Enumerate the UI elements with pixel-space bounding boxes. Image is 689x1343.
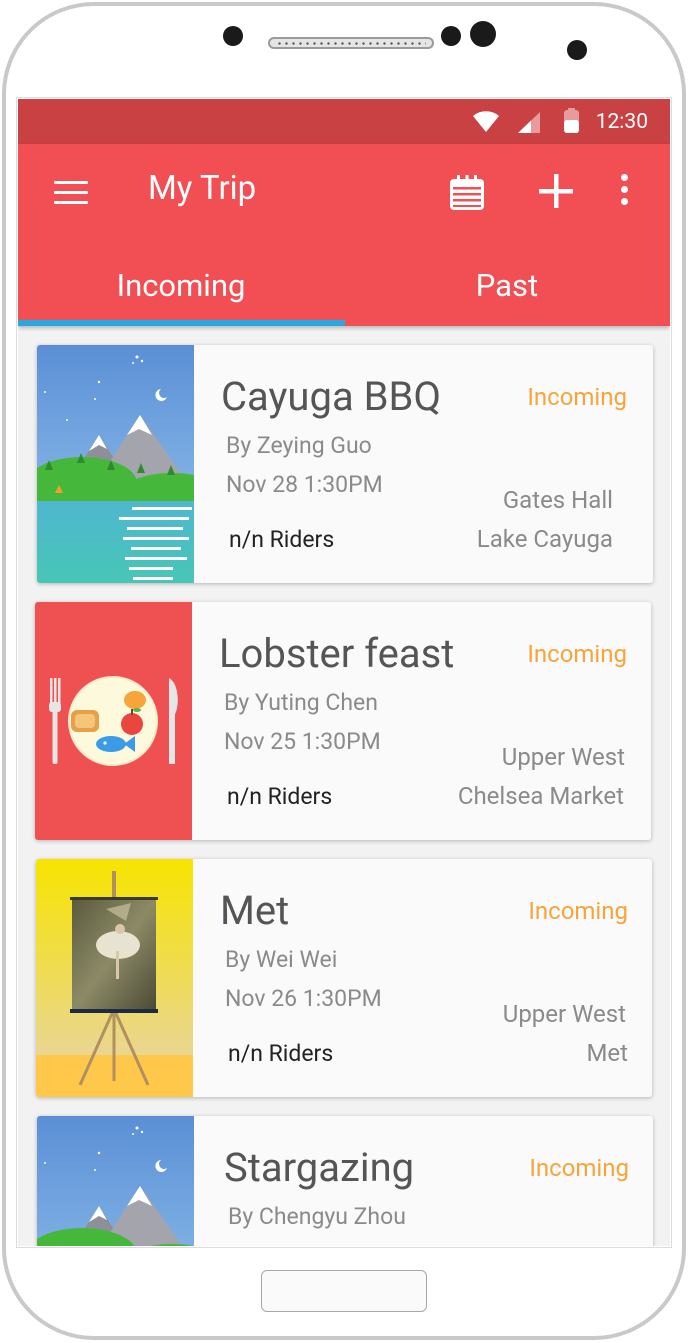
trip-origin: Upper West: [502, 1000, 626, 1028]
trip-riders: n/n Riders: [228, 1040, 334, 1067]
trip-riders: n/n Riders: [229, 526, 335, 553]
app-bar: My Trip Incoming Past: [18, 144, 670, 326]
trip-status-badge: Incoming: [528, 897, 628, 925]
trip-date: Nov 26 1:30PM: [225, 985, 382, 1012]
hamburger-menu-icon[interactable]: [54, 181, 88, 207]
trip-destination: Met: [586, 1039, 628, 1067]
trip-title: Lobster feast: [219, 630, 455, 677]
trip-title: Stargazing: [224, 1144, 415, 1191]
trip-date: Nov 25 1:30PM: [224, 728, 381, 755]
app-title: My Trip: [148, 169, 257, 208]
trip-title: Cayuga BBQ: [221, 373, 441, 420]
earpiece-speaker: [268, 37, 434, 49]
mountain-lake-image: [37, 345, 194, 583]
wifi-icon: [473, 111, 499, 132]
calendar-icon[interactable]: [449, 175, 485, 211]
trip-card-lobster-feast[interactable]: Lobster feast Incoming By Yuting Chen No…: [35, 602, 651, 840]
tab-incoming[interactable]: Incoming: [18, 244, 344, 326]
front-camera: [223, 26, 243, 46]
trip-origin: Upper West: [501, 743, 625, 771]
trip-status-badge: Incoming: [527, 383, 627, 411]
trip-author: By Wei Wei: [225, 946, 338, 973]
trip-author: By Zeying Guo: [226, 432, 372, 459]
trip-card-met[interactable]: Met Incoming By Wei Wei Nov 26 1:30PM n/…: [36, 859, 652, 1097]
trip-author: By Chengyu Zhou: [228, 1203, 406, 1230]
more-options-icon[interactable]: [618, 174, 630, 210]
food-plate-image: [35, 602, 192, 840]
light-sensor: [567, 40, 587, 60]
trip-card-cayuga-bbq[interactable]: Cayuga BBQ Incoming By Zeying Guo Nov 28…: [37, 345, 653, 583]
home-button[interactable]: [261, 1270, 427, 1312]
screen: 12:30 My Trip Incoming Past Cayuga BBQ I…: [18, 99, 670, 1246]
battery-icon: [564, 108, 579, 133]
status-bar: 12:30: [18, 99, 670, 144]
proximity-sensor: [441, 26, 461, 46]
status-time: 12:30: [595, 110, 648, 134]
trip-author: By Yuting Chen: [224, 689, 378, 716]
trip-status-badge: Incoming: [527, 640, 627, 668]
trip-list: Cayuga BBQ Incoming By Zeying Guo Nov 28…: [18, 326, 670, 1246]
trip-riders: n/n Riders: [227, 783, 333, 810]
trip-status-badge: Incoming: [529, 1154, 629, 1182]
easel-painting-image: [36, 859, 193, 1097]
tab-past[interactable]: Past: [344, 244, 670, 326]
trip-destination: Chelsea Market: [457, 782, 624, 810]
signal-icon: [518, 112, 540, 133]
trip-title: Met: [220, 887, 290, 934]
add-icon[interactable]: [537, 172, 575, 210]
front-camera-large: [470, 21, 496, 47]
trip-date: Nov 28 1:30PM: [226, 471, 383, 498]
trip-card-stargazing[interactable]: Stargazing Incoming By Chengyu Zhou: [37, 1116, 653, 1246]
trip-origin: Gates Hall: [502, 486, 613, 514]
trip-destination: Lake Cayuga: [476, 525, 613, 553]
mountain-lake-image: [37, 1116, 194, 1246]
